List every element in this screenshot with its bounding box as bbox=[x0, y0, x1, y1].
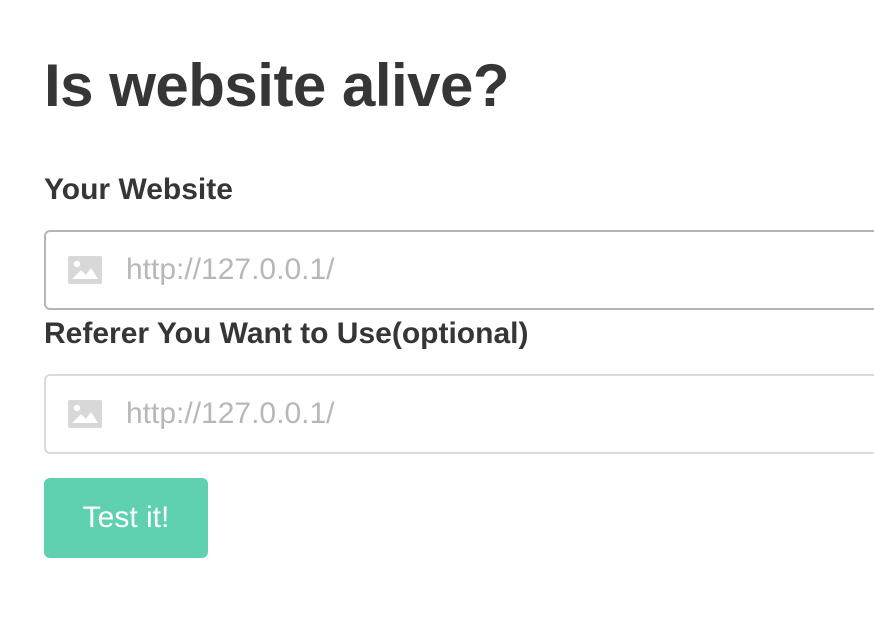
image-icon bbox=[68, 400, 102, 428]
page-title: Is website alive? bbox=[44, 52, 510, 119]
page: Is website alive? Your Website Referer Y… bbox=[0, 0, 874, 626]
referer-input-container bbox=[44, 374, 874, 454]
image-icon bbox=[68, 256, 102, 284]
website-field-label: Your Website bbox=[44, 173, 233, 206]
referer-url-input[interactable] bbox=[126, 376, 866, 452]
website-input-container bbox=[44, 230, 874, 310]
website-url-input[interactable] bbox=[126, 232, 866, 308]
referer-field-label: Referer You Want to Use(optional) bbox=[44, 317, 529, 350]
test-it-button[interactable]: Test it! bbox=[44, 478, 208, 558]
